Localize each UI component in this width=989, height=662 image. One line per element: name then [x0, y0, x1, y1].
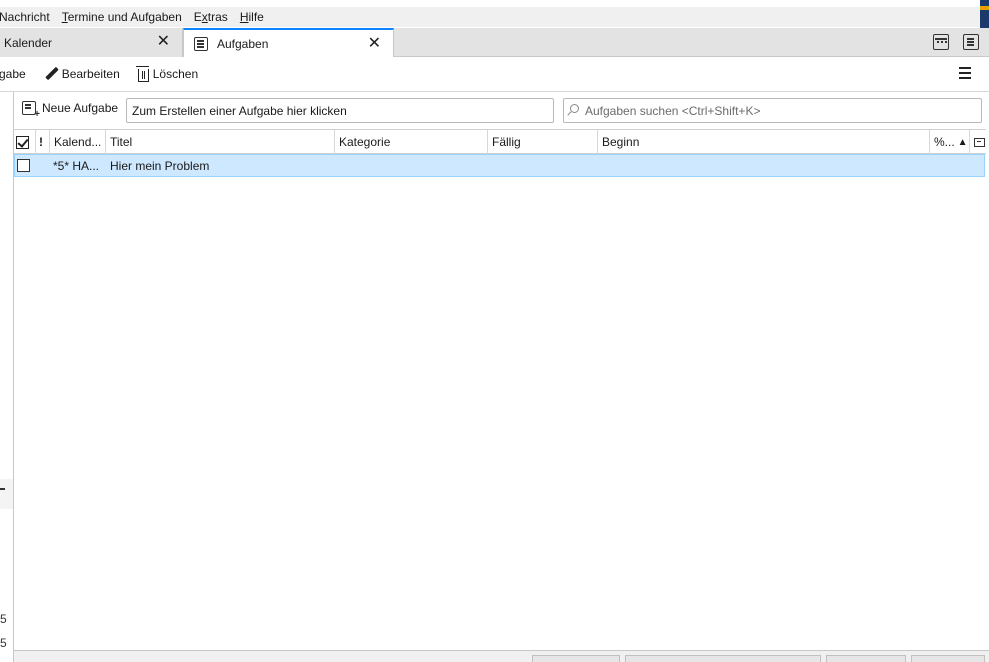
- sort-ascending-icon: ▲: [957, 136, 968, 148]
- left-pane-edge: 5 5: [0, 92, 14, 662]
- menubar: Nachricht Termine und Aufgaben Extras Hi…: [0, 7, 989, 27]
- column-start[interactable]: Beginn: [598, 130, 930, 154]
- edit-button[interactable]: Bearbeiten: [44, 67, 120, 81]
- tasks-icon: [194, 37, 208, 51]
- column-picker-icon: [974, 137, 985, 147]
- tree-header: ! Kalend... Titel Kategorie Fällig Begin…: [14, 130, 986, 154]
- column-picker[interactable]: [970, 130, 986, 154]
- menu-extras[interactable]: Extras: [194, 10, 228, 24]
- toolbar: gabe Bearbeiten Löschen: [0, 57, 989, 92]
- pencil-icon: [44, 67, 58, 81]
- tab-label: Aufgaben: [217, 37, 269, 51]
- button-label: gabe: [0, 67, 26, 81]
- app-window: { "menubar": { "items": [ {"label": "Nac…: [0, 0, 989, 662]
- pane-dash: [0, 488, 5, 490]
- column-completed[interactable]: [14, 130, 36, 154]
- task-tree: ! Kalend... Titel Kategorie Fällig Begin…: [14, 129, 986, 650]
- close-icon[interactable]: ✕: [368, 36, 381, 52]
- tab-label: Kalender: [4, 35, 53, 50]
- new-task-toolbar-button[interactable]: gabe: [0, 67, 26, 81]
- bottom-button[interactable]: [826, 655, 906, 662]
- calendar-icon[interactable]: [933, 34, 949, 50]
- pane-highlight: [0, 479, 13, 509]
- tab-aufgaben[interactable]: Aufgaben ✕: [183, 28, 394, 58]
- table-row[interactable]: *5* HA... Hier mein Problem: [14, 154, 985, 177]
- pane-glyph: 5: [0, 636, 7, 650]
- bottom-button[interactable]: [911, 655, 985, 662]
- column-priority[interactable]: !: [36, 130, 50, 154]
- bottom-button[interactable]: [625, 655, 821, 662]
- tab-bar: Kalender ✕ Aufgaben ✕: [0, 28, 989, 58]
- bottom-button[interactable]: [532, 655, 620, 662]
- column-due[interactable]: Fällig: [488, 130, 598, 154]
- cell-calendar: *5* HA...: [53, 158, 100, 173]
- column-label: %...: [934, 135, 955, 149]
- quick-add-input[interactable]: [126, 98, 554, 123]
- search-icon: [570, 104, 579, 113]
- window-edge-accent: [980, 6, 989, 10]
- delete-button[interactable]: Löschen: [135, 65, 199, 82]
- column-title[interactable]: Titel: [106, 130, 335, 154]
- button-label: Löschen: [152, 67, 199, 81]
- cell-title: Hier mein Problem: [110, 158, 210, 173]
- new-task-label: Neue Aufgabe: [42, 101, 119, 115]
- tasks-icon[interactable]: [963, 34, 979, 50]
- pane-glyph: 5: [0, 612, 7, 626]
- bottom-toolbar: [14, 650, 989, 662]
- column-calendar[interactable]: Kalend...: [50, 130, 106, 154]
- column-percent[interactable]: %... ▲: [930, 130, 970, 154]
- trash-icon: [135, 65, 149, 82]
- new-task-icon: [22, 101, 40, 120]
- window-edge: [980, 0, 989, 28]
- menu-hilfe[interactable]: Hilfe: [240, 10, 264, 24]
- new-task-button[interactable]: Neue Aufgabe: [22, 101, 119, 120]
- tab-kalender[interactable]: Kalender ✕: [0, 28, 183, 57]
- menu-nachricht[interactable]: Nachricht: [0, 10, 50, 24]
- hamburger-menu-icon[interactable]: [959, 67, 971, 79]
- task-search-box[interactable]: [563, 98, 982, 123]
- checkbox-checked-icon: [16, 135, 29, 149]
- column-category[interactable]: Kategorie: [335, 130, 488, 154]
- quick-add-row: Neue Aufgabe: [14, 92, 989, 128]
- task-search-input[interactable]: [585, 99, 975, 122]
- task-checkbox[interactable]: [17, 159, 30, 172]
- close-icon[interactable]: ✕: [157, 34, 170, 50]
- menu-termine-und-aufgaben[interactable]: Termine und Aufgaben: [62, 10, 182, 24]
- button-label: Bearbeiten: [61, 67, 120, 81]
